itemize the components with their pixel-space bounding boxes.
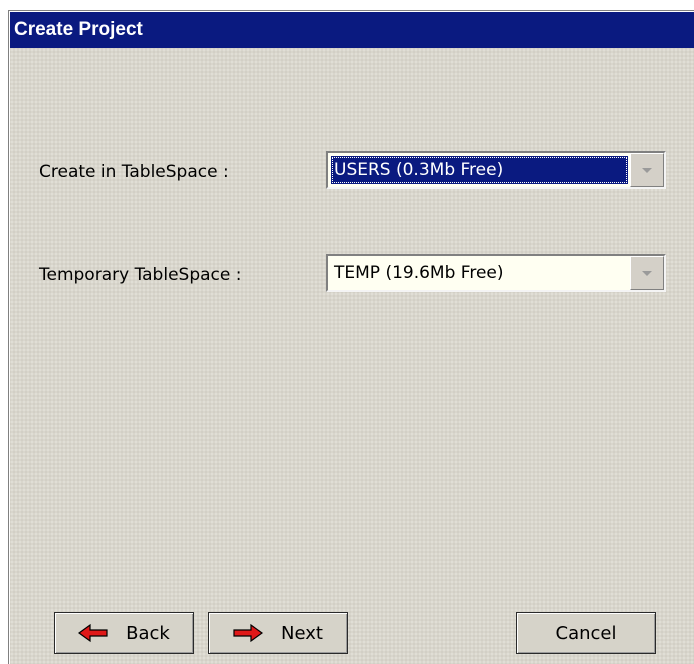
tablespace-select[interactable]: USERS (0.3Mb Free) (326, 151, 666, 189)
temp-tablespace-selected-value: TEMP (19.6Mb Free) (334, 263, 504, 283)
cancel-button[interactable]: Cancel (516, 612, 656, 654)
chevron-down-icon (642, 270, 652, 276)
temp-tablespace-label: Temporary TableSpace : (39, 265, 242, 285)
back-button[interactable]: Back (54, 612, 194, 654)
create-project-dialog: Create Project Create in TableSpace : US… (9, 11, 694, 664)
next-button[interactable]: Next (208, 612, 348, 654)
back-button-label: Back (126, 622, 170, 644)
red-arrow-right-icon (233, 623, 264, 643)
chevron-down-icon (642, 167, 652, 173)
tablespace-dropdown-button[interactable] (630, 153, 664, 187)
title-bar: Create Project (10, 12, 694, 48)
temp-tablespace-dropdown-button[interactable] (630, 256, 664, 290)
tablespace-label: Create in TableSpace : (39, 162, 229, 182)
next-button-label: Next (281, 622, 323, 644)
temp-tablespace-select[interactable]: TEMP (19.6Mb Free) (326, 254, 666, 292)
tablespace-selected-value: USERS (0.3Mb Free) (331, 156, 628, 184)
cancel-button-label: Cancel (555, 622, 617, 644)
red-arrow-left-icon (78, 623, 108, 643)
